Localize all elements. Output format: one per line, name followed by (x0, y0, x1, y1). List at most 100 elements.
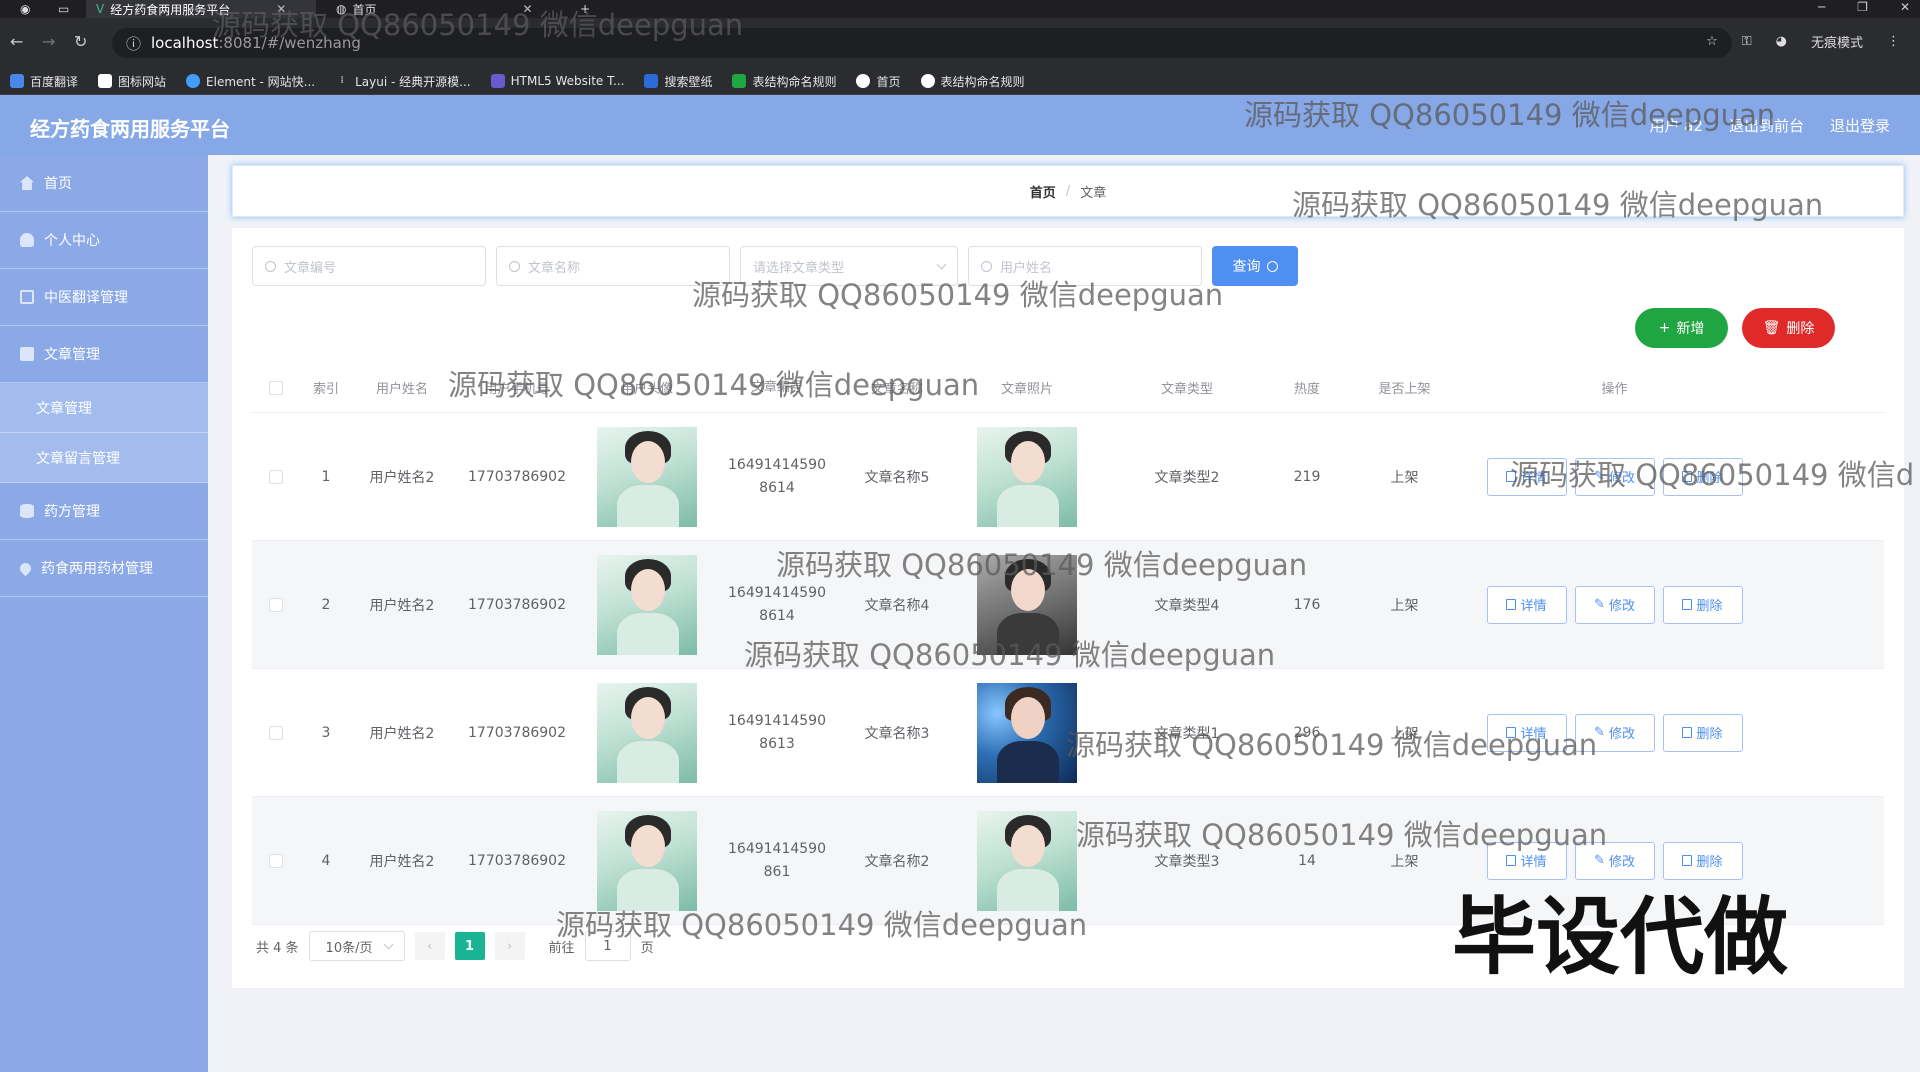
sidebar-item-prescriptions[interactable]: 药方管理 (0, 483, 208, 540)
watermark: 源码获取 QQ86050149 微信deepguan (1066, 728, 1598, 762)
row-checkbox[interactable] (252, 469, 300, 484)
detail-button[interactable]: 详情 (1486, 585, 1567, 624)
more-icon[interactable]: ⋮ (1887, 34, 1900, 49)
bookmark-item[interactable]: 百度翻译 (10, 73, 78, 90)
close-window-icon[interactable]: ✕ (1900, 0, 1910, 14)
row-avatar[interactable] (582, 682, 712, 783)
col-on-shelf: 是否上架 (1378, 382, 1431, 397)
page-size-label: 10条/页 (325, 940, 373, 956)
bookmark-item[interactable]: Element - 网站快... (186, 73, 315, 90)
select-all-checkbox[interactable] (252, 380, 300, 395)
sidebar-item-profile[interactable]: 个人中心 (0, 212, 208, 269)
row-index: 4 (321, 852, 331, 869)
app-title: 经方药食两用服务平台 (30, 117, 230, 141)
article-no-line2: 861 (763, 863, 791, 880)
breadcrumb-home[interactable]: 首页 (1030, 182, 1056, 201)
placeholder: 文章名称 (528, 260, 581, 276)
reload-icon[interactable]: ↻ (74, 32, 87, 51)
article-no-line2: 8614 (759, 607, 795, 624)
key-icon[interactable]: ⚿ (1742, 34, 1752, 49)
vue-logo-icon: V (96, 2, 105, 16)
row-index: 1 (321, 468, 331, 485)
delete-label: 删除 (1696, 727, 1723, 742)
watermark: 源码获取 QQ86050149 微信deepguan (692, 278, 1224, 312)
row-article-type: 文章类型4 (1154, 597, 1220, 614)
browser-right-controls: ☆ ⚿ ◕ 无痕模式 ⋮ (1706, 32, 1900, 51)
trash-icon (1682, 599, 1693, 610)
query-button[interactable]: 查询 (1212, 246, 1298, 286)
bookmark-item[interactable]: 首页 (856, 73, 901, 90)
article-no-line2: 8614 (759, 479, 795, 496)
col-actions: 操作 (1601, 382, 1628, 397)
edit-button[interactable]: ✎ 修改 (1574, 585, 1655, 624)
bookmark-label: 搜索壁纸 (664, 74, 713, 89)
plus-icon: + (1658, 320, 1671, 336)
sidebar-item-label: 个人中心 (44, 233, 100, 249)
globe-icon (920, 74, 935, 88)
add-label: 新增 (1676, 321, 1705, 337)
edit-label: 修改 (1608, 599, 1635, 614)
row-index: 3 (321, 724, 331, 741)
col-article-type: 文章类型 (1160, 382, 1213, 397)
sidebar-item-label: 文章管理 (36, 400, 92, 417)
chevron-down-icon (936, 259, 947, 270)
element-icon (186, 74, 201, 88)
minimize-icon[interactable]: ─ (1818, 0, 1825, 14)
sidebar-subitem-article-manage[interactable]: 文章管理 (0, 383, 208, 433)
next-page-button[interactable]: › (494, 932, 525, 960)
bookmark-label: Element - 网站快... (206, 74, 316, 89)
search-icon (265, 260, 276, 272)
bookmark-item[interactable]: HTML5 Website T... (490, 74, 624, 88)
row-checkbox[interactable] (252, 725, 300, 740)
sidebar-item-label: 文章管理 (44, 347, 100, 363)
current-page[interactable]: 1 (454, 932, 485, 960)
bookmark-label: 表结构命名规则 (752, 74, 837, 89)
sidebar-item-home[interactable]: 首页 (0, 155, 208, 212)
sidebar-item-articles[interactable]: 文章管理 (0, 326, 208, 383)
article-no-input[interactable]: 文章编号 (252, 246, 486, 286)
row-avatar[interactable] (582, 810, 712, 911)
sidebar-item-herbs[interactable]: 药食两用药材管理 (0, 540, 208, 597)
delete-label: 删除 (1786, 321, 1815, 337)
row-article-photo[interactable] (952, 426, 1102, 527)
back-icon[interactable]: ← (10, 32, 23, 51)
article-no-line1: 16491414590 (728, 584, 826, 601)
delete-button[interactable]: 删除 (1662, 713, 1743, 752)
tab-overview-icon[interactable]: ▭ (48, 0, 79, 18)
bookmark-label: 百度翻译 (30, 74, 79, 89)
watermark: 源码获取 QQ86050149 微信d (1510, 458, 1915, 492)
sidebar-subitem-article-comments[interactable]: 文章留言管理 (0, 433, 208, 483)
row-checkbox[interactable] (252, 853, 300, 868)
incognito-label[interactable]: 无痕模式 (1811, 32, 1863, 51)
watermark: 源码获取 QQ86050149 微信deepguan (448, 368, 980, 402)
flag-icon (98, 74, 113, 88)
incognito-icon[interactable]: ◕ (1776, 34, 1787, 49)
logout-link[interactable]: 退出登录 (1830, 115, 1890, 136)
row-article-no: 16491414590 8614 (712, 582, 842, 628)
row-checkbox[interactable] (252, 597, 300, 612)
row-avatar[interactable] (582, 426, 712, 527)
sidebar-item-label: 药食两用药材管理 (41, 561, 153, 577)
bookmark-item[interactable]: 图标网站 (98, 73, 166, 90)
bookmark-item[interactable]: 搜索壁纸 (644, 73, 712, 90)
row-avatar[interactable] (582, 554, 712, 655)
batch-delete-button[interactable]: 🗑 删除 (1742, 308, 1835, 348)
forward-icon[interactable]: → (42, 32, 55, 51)
restore-icon[interactable]: ❐ (1857, 0, 1868, 14)
chevron-down-icon (383, 939, 393, 950)
row-user-phone: 17703786902 (468, 468, 566, 485)
browser-menu-icon[interactable]: ◉ (10, 0, 40, 18)
bookmark-item[interactable]: 表结构命名规则 (920, 73, 1025, 90)
detail-label: 详情 (1520, 599, 1547, 614)
sidebar-item-translation[interactable]: 中医翻译管理 (0, 269, 208, 326)
star-icon[interactable]: ☆ (1706, 34, 1718, 49)
prev-page-button[interactable]: ‹ (414, 932, 445, 960)
add-button[interactable]: + 新增 (1635, 308, 1728, 348)
page-size-select[interactable]: 10条/页 (308, 931, 405, 961)
breadcrumb-separator: / (1065, 183, 1071, 199)
bookmark-item[interactable]: 表结构命名规则 (732, 73, 836, 90)
wallpaper-icon (644, 74, 659, 88)
bookmark-item[interactable]: ⁞ Layui - 经典开源模... (335, 73, 471, 90)
delete-button[interactable]: 删除 (1662, 585, 1743, 624)
document-icon (20, 347, 34, 361)
